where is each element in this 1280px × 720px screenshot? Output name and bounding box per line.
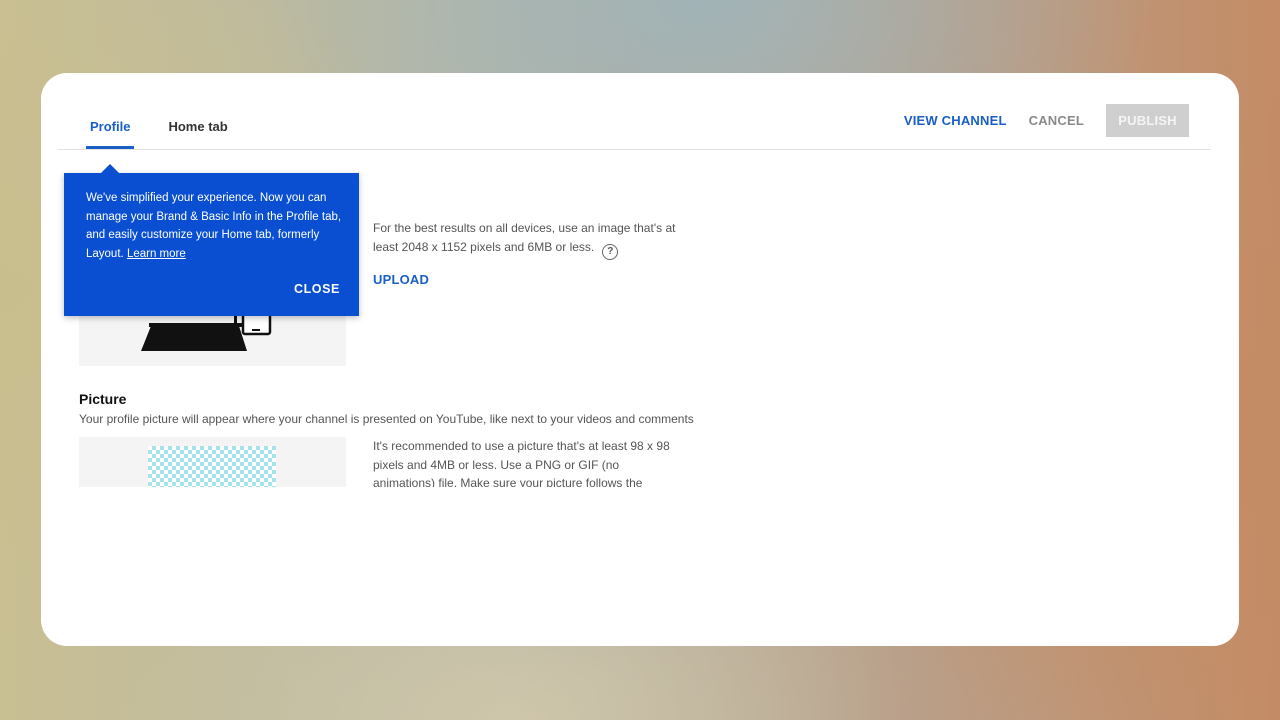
help-icon[interactable]: ? bbox=[602, 243, 619, 260]
upload-banner-button[interactable]: UPLOAD bbox=[373, 272, 429, 287]
picture-section-title: Picture bbox=[79, 391, 127, 407]
picture-description-clip: It's recommended to use a picture that's… bbox=[373, 437, 693, 487]
transparent-checker-pattern bbox=[148, 446, 276, 487]
tooltip-close-button[interactable]: CLOSE bbox=[294, 282, 340, 296]
banner-description: For the best results on all devices, use… bbox=[373, 219, 683, 260]
learn-more-link[interactable]: Learn more bbox=[127, 248, 186, 260]
banner-description-text: For the best results on all devices, use… bbox=[373, 221, 676, 254]
tab-bar: Profile Home tab bbox=[86, 103, 262, 149]
tooltip-message-text: We've simplified your experience. Now yo… bbox=[86, 192, 342, 260]
tab-profile[interactable]: Profile bbox=[86, 103, 135, 149]
tab-home[interactable]: Home tab bbox=[164, 103, 231, 149]
publish-button[interactable]: PUBLISH bbox=[1106, 104, 1189, 137]
tooltip-message: We've simplified your experience. Now yo… bbox=[86, 189, 344, 263]
picture-description: It's recommended to use a picture that's… bbox=[373, 439, 670, 487]
picture-section-subtitle: Your profile picture will appear where y… bbox=[79, 412, 694, 426]
cancel-button[interactable]: CANCEL bbox=[1029, 113, 1084, 128]
profile-picture-preview bbox=[79, 437, 346, 487]
view-channel-button[interactable]: VIEW CHANNEL bbox=[904, 113, 1007, 128]
header-actions: VIEW CHANNEL CANCEL PUBLISH bbox=[904, 104, 1189, 137]
channel-customization-card: Profile Home tab VIEW CHANNEL CANCEL PUB… bbox=[41, 73, 1239, 646]
header-divider bbox=[57, 149, 1211, 150]
info-tooltip: We've simplified your experience. Now yo… bbox=[64, 164, 359, 316]
